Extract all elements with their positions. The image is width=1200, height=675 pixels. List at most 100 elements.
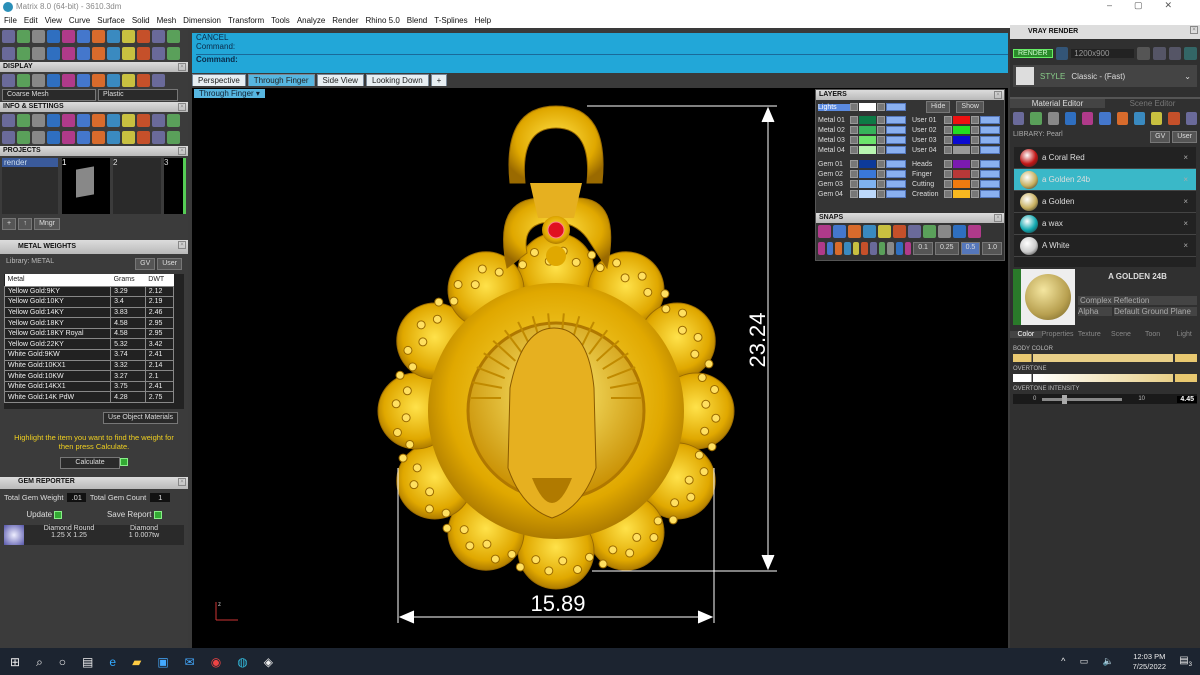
matrix-icon[interactable]: ◈ [264, 655, 273, 670]
tool-icon[interactable] [122, 114, 135, 127]
intensity-value[interactable]: 4.45 [1177, 395, 1197, 403]
lock-icon[interactable] [971, 116, 979, 124]
metal-row[interactable]: Yellow Gold:18KY Royal 4.58 2.95 [4, 327, 175, 340]
visibility-toggle[interactable] [886, 116, 906, 124]
tab-looking-down[interactable]: Looking Down [365, 74, 429, 86]
layer-row[interactable]: User 01 [912, 115, 1002, 125]
tool-icon[interactable] [122, 74, 135, 87]
visibility-toggle[interactable] [886, 170, 906, 178]
tool-icon[interactable] [1030, 112, 1042, 125]
tool-icon[interactable] [818, 242, 825, 255]
lock-icon[interactable] [971, 160, 979, 168]
visibility-toggle[interactable] [980, 126, 1000, 134]
remove-icon[interactable]: × [1183, 219, 1188, 228]
tool-icon[interactable] [1099, 112, 1111, 125]
menu-edit[interactable]: Edit [24, 14, 38, 28]
tool-icon[interactable] [852, 242, 860, 255]
layer-color[interactable] [859, 180, 876, 188]
layer-row[interactable]: Cutting [912, 179, 1002, 189]
tool-icon[interactable] [62, 114, 75, 127]
tool-icon[interactable] [1185, 112, 1197, 125]
layer-row[interactable]: Metal 02 [818, 125, 908, 135]
tool-icon[interactable] [953, 225, 966, 238]
tool-icon[interactable] [137, 30, 150, 43]
tool-icon[interactable] [17, 47, 30, 60]
visibility-toggle[interactable] [980, 170, 1000, 178]
style-select[interactable]: STYLE Classic - (Fast) ⌄ [1013, 65, 1197, 87]
tool-icon[interactable] [62, 30, 75, 43]
visibility-toggle[interactable] [980, 180, 1000, 188]
remove-icon[interactable]: × [1183, 197, 1188, 206]
tool-icon[interactable] [62, 131, 75, 144]
tool-icon[interactable] [17, 74, 30, 87]
lock-icon[interactable] [877, 146, 885, 154]
tool-icon[interactable] [938, 225, 951, 238]
layer-color[interactable] [859, 190, 876, 198]
calculate-button[interactable]: Calculate [60, 457, 120, 469]
tool-icon[interactable] [167, 131, 180, 144]
metal-row[interactable]: White Gold:14K PdW 4.28 2.75 [4, 391, 175, 404]
tool-icon[interactable] [92, 131, 105, 144]
show-button[interactable]: Show [956, 101, 984, 113]
material-item[interactable]: A White × [1014, 235, 1196, 257]
tool-icon[interactable] [47, 74, 60, 87]
tool-icon[interactable] [32, 114, 45, 127]
clock[interactable]: 12:03 PM 7/25/2022 [1133, 652, 1166, 672]
remove-icon[interactable]: × [1183, 241, 1188, 250]
layer-row[interactable]: User 03 [912, 135, 1002, 145]
tool-icon[interactable] [137, 131, 150, 144]
tool-icon[interactable] [107, 74, 120, 87]
tool-icon[interactable] [2, 74, 15, 87]
menu-blend[interactable]: Blend [407, 14, 427, 28]
tool-icon[interactable] [47, 47, 60, 60]
tool-icon[interactable] [92, 30, 105, 43]
project-item[interactable]: render [2, 158, 58, 167]
search-icon[interactable]: ⌕ [36, 655, 43, 670]
tab-side-view[interactable]: Side View [316, 74, 364, 86]
tool-icon[interactable] [107, 30, 120, 43]
tab-properties[interactable]: Properties [1042, 331, 1074, 338]
tool-icon[interactable] [1013, 112, 1025, 125]
tool-icon[interactable] [32, 74, 45, 87]
metal-row[interactable]: White Gold:10KW 3.27 2.1 [4, 370, 175, 382]
tool-icon[interactable] [861, 242, 868, 255]
system-tray[interactable]: ^ ▭ 🔈 [1061, 656, 1120, 667]
snap-value[interactable]: 0.1 [913, 242, 933, 255]
tool-icon[interactable] [895, 242, 903, 255]
command-input[interactable]: Command: [196, 54, 1008, 64]
tab-material-editor[interactable]: Material Editor [1010, 99, 1105, 108]
tab-texture[interactable]: Texture [1074, 331, 1106, 338]
overtone-slider[interactable] [1013, 374, 1197, 382]
lock-icon[interactable] [877, 136, 885, 144]
save-report-button[interactable]: Save Report [107, 510, 151, 519]
tool-icon[interactable] [62, 74, 75, 87]
tool-icon[interactable] [869, 242, 877, 255]
tool-icon[interactable] [1047, 112, 1059, 125]
snap-value[interactable]: 0.25 [934, 242, 959, 255]
project-slot-1[interactable]: 1 [62, 158, 110, 214]
hide-button[interactable]: Hide [926, 101, 951, 113]
lock-icon[interactable] [971, 170, 979, 178]
layer-color[interactable] [953, 126, 970, 134]
menu-transform[interactable]: Transform [228, 14, 264, 28]
tool-icon[interactable] [2, 131, 15, 144]
command-area[interactable]: CANCEL Command: Command: [192, 33, 1008, 73]
metal-row[interactable]: Yellow Gold:10KY 3.4 2.19 [4, 296, 175, 308]
play-icon[interactable] [850, 180, 858, 188]
tab-scene-editor[interactable]: Scene Editor [1105, 99, 1200, 108]
render-button[interactable]: RENDER [1013, 49, 1053, 58]
tool-icon[interactable] [137, 74, 150, 87]
tool-icon[interactable] [47, 30, 60, 43]
layer-color[interactable] [953, 180, 970, 188]
play-icon[interactable] [944, 136, 952, 144]
tool-icon[interactable] [47, 131, 60, 144]
edge-icon[interactable]: e [109, 655, 116, 670]
tool-icon[interactable] [17, 114, 30, 127]
metal-row[interactable]: White Gold:14KX1 3.75 2.41 [4, 380, 175, 393]
tool-icon[interactable] [92, 114, 105, 127]
task-view-icon[interactable]: ▤ [82, 655, 93, 670]
lock-icon[interactable] [971, 126, 979, 134]
tool-icon[interactable] [122, 30, 135, 43]
resolution-select[interactable]: 1200x900 [1071, 49, 1135, 58]
tool-icon[interactable] [107, 47, 120, 60]
